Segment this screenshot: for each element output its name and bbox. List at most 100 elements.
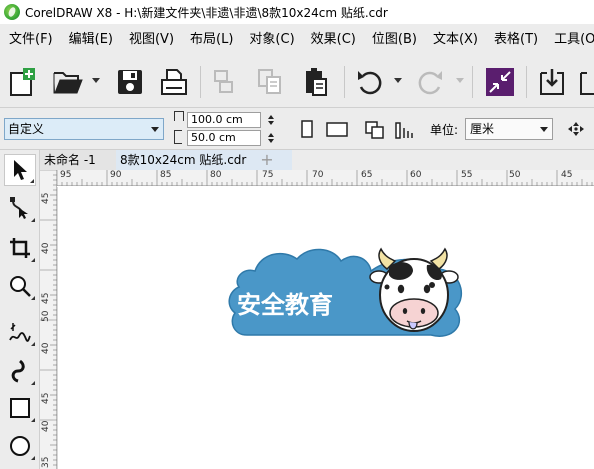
zoom-magnifier-icon [10, 276, 31, 297]
zoom-tool[interactable] [4, 270, 36, 302]
v-ruler-label: 45 [41, 292, 51, 304]
menu-edit[interactable]: 编辑(E) [61, 24, 121, 56]
copy-button[interactable] [252, 64, 288, 100]
page-height-spinner[interactable] [261, 130, 283, 146]
undo-dropdown-icon[interactable] [394, 78, 402, 83]
export-icon [580, 72, 594, 95]
pointer-arrow-icon [14, 160, 27, 180]
flyout-corner-icon [31, 456, 35, 460]
page-size-preset-value: 自定义 [8, 122, 45, 136]
units-value: 厘米 [470, 122, 495, 136]
menu-text[interactable]: 文本(X) [425, 24, 486, 56]
nudge-distance-button[interactable] [566, 120, 586, 141]
flyout-corner-icon [31, 258, 35, 262]
menu-object[interactable]: 对象(C) [241, 24, 302, 56]
menu-bitmaps[interactable]: 位图(B) [364, 24, 425, 56]
rectangle-tool[interactable] [4, 392, 36, 424]
document-tabs: 未命名 -1 8款10x24cm 贴纸.cdr + [40, 150, 594, 170]
v-ruler-label: 40 [41, 420, 51, 432]
export-button[interactable] [574, 64, 594, 100]
ellipse-tool[interactable] [4, 430, 36, 462]
menu-table[interactable]: 表格(T) [486, 24, 546, 56]
copy-icon [258, 69, 281, 94]
transform-button[interactable] [482, 64, 518, 100]
current-page-button[interactable] [394, 120, 416, 143]
landscape-button[interactable] [326, 120, 348, 141]
menu-file[interactable]: 文件(F) [2, 24, 61, 56]
undo-icon [358, 71, 382, 95]
landscape-icon [326, 122, 348, 137]
h-ruler-label: 80 [210, 170, 222, 180]
menu-layout[interactable]: 布局(L) [182, 24, 241, 56]
all-pages-button[interactable] [364, 120, 386, 143]
v-ruler-label: 45 [41, 392, 51, 404]
shape-tool[interactable] [4, 192, 36, 224]
import-button[interactable] [534, 64, 570, 100]
h-ruler-label: 65 [361, 170, 373, 180]
open-dropdown-icon[interactable] [92, 78, 100, 83]
paste-icon [306, 68, 327, 96]
redo-button[interactable] [412, 64, 448, 100]
horizontal-ruler[interactable]: 95 90 85 80 75 70 65 60 55 50 45 [57, 170, 594, 186]
new-document-button[interactable] [4, 64, 40, 100]
open-folder-icon [53, 72, 83, 94]
coreldraw-logo-icon [4, 4, 20, 20]
save-button[interactable] [112, 64, 148, 100]
freehand-tool[interactable] [4, 316, 36, 348]
artistic-media-tool[interactable] [4, 355, 36, 387]
new-document-icon [10, 68, 35, 96]
menu-view[interactable]: 视图(V) [121, 24, 182, 56]
title-bar: CorelDRAW X8 - H:\新建文件夹\非遗\非遗\8款10x24cm … [0, 0, 594, 24]
sticker-artwork[interactable]: 安全教育 [217, 239, 477, 349]
h-ruler-label: 55 [461, 170, 473, 180]
print-button[interactable] [156, 64, 192, 100]
h-ruler-label: 75 [262, 170, 274, 180]
vertical-ruler[interactable]: 45 40 45 50 40 45 40 35 [40, 170, 57, 469]
print-icon [161, 69, 187, 95]
paste-button[interactable] [298, 64, 334, 100]
portrait-icon [301, 120, 313, 138]
drawing-canvas[interactable]: 安全教育 [57, 187, 594, 469]
chevron-down-icon [151, 127, 159, 132]
chevron-down-icon [540, 127, 548, 132]
cut-button[interactable] [206, 64, 242, 100]
current-page-icon [395, 122, 413, 139]
page-size-preset-select[interactable]: 自定义 [4, 118, 164, 140]
undo-button[interactable] [352, 64, 388, 100]
open-button[interactable] [50, 64, 86, 100]
flyout-corner-icon [30, 179, 34, 183]
cut-icon [214, 70, 233, 93]
v-ruler-label: 35 [41, 456, 51, 468]
toolbar-separator [344, 66, 345, 98]
tab-untitled[interactable]: 未命名 -1 [40, 150, 116, 170]
crop-tool[interactable] [4, 232, 36, 264]
redo-dropdown-icon[interactable] [456, 78, 464, 83]
menu-effects[interactable]: 效果(C) [303, 24, 364, 56]
toolbar-separator [526, 66, 527, 98]
h-ruler-label: 60 [410, 170, 422, 180]
window-title: CorelDRAW X8 - H:\新建文件夹\非遗\非遗\8款10x24cm … [25, 5, 388, 20]
sticker-title-text: 安全教育 [237, 291, 333, 319]
flyout-corner-icon [31, 418, 35, 422]
pick-tool[interactable] [4, 154, 36, 186]
page-height-input[interactable]: 50.0 cm [187, 130, 261, 146]
page-width-spinner[interactable] [261, 112, 283, 128]
menu-tools[interactable]: 工具(O) [546, 24, 594, 56]
nudge-arrows-icon [568, 122, 584, 136]
v-ruler-label: 50 [41, 310, 51, 322]
page-width-input[interactable]: 100.0 cm [187, 112, 261, 128]
units-label: 单位: [430, 123, 459, 137]
transform-icon [486, 68, 514, 96]
portrait-button[interactable] [300, 120, 314, 141]
standard-toolbar [0, 56, 594, 108]
v-ruler-label: 40 [41, 342, 51, 354]
v-ruler-label: 40 [41, 242, 51, 254]
flyout-corner-icon [31, 342, 35, 346]
add-tab-icon[interactable]: + [256, 150, 278, 170]
all-pages-icon [365, 121, 384, 139]
import-icon [540, 69, 564, 95]
units-select[interactable]: 厘米 [465, 118, 553, 140]
toolbar-separator [472, 66, 473, 98]
width-icon [174, 111, 184, 121]
h-ruler-label: 95 [60, 170, 72, 180]
